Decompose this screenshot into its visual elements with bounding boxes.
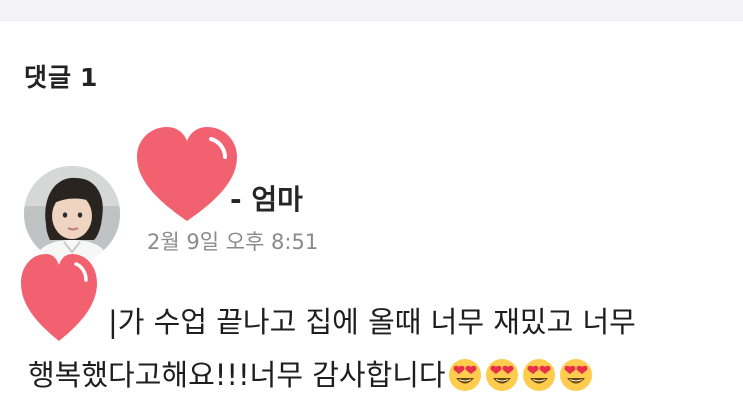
avatar[interactable] bbox=[24, 166, 120, 262]
comments-title: 댓글 bbox=[24, 63, 73, 92]
comment-text-line-1: |가 수업 끝나고 집에 올때 너무 재밌고 너무 bbox=[108, 305, 636, 339]
comment-screen: 댓글 1 - 엄마 2월 9일 오후 8:51 |가 수업 끝나고 집에 올때 너… bbox=[0, 0, 743, 419]
heart-sticker-icon bbox=[137, 127, 237, 221]
heart-eyes-emoji-icon bbox=[485, 359, 518, 391]
top-divider-bar bbox=[0, 0, 743, 21]
comment-author[interactable]: - 엄마 bbox=[230, 178, 303, 218]
child-photo-icon bbox=[24, 166, 120, 262]
emoji-row bbox=[448, 356, 596, 409]
comments-count: 1 bbox=[80, 63, 99, 92]
comments-heading: 댓글 1 bbox=[24, 58, 98, 94]
comment-text-line-2-wrap: 행복했다고해요!!!너무 감사합니다 bbox=[28, 349, 728, 409]
heart-eyes-emoji-icon bbox=[522, 359, 555, 391]
comment-text-line-2: 행복했다고해요!!!너무 감사합니다 bbox=[28, 358, 446, 392]
heart-eyes-emoji-icon bbox=[448, 359, 481, 391]
comment-timestamp: 2월 9일 오후 8:51 bbox=[147, 230, 319, 254]
comment-body: |가 수업 끝나고 집에 올때 너무 재밌고 너무 행복했다고해요!!!너무 감… bbox=[28, 296, 728, 409]
heart-eyes-emoji-icon bbox=[559, 359, 592, 391]
